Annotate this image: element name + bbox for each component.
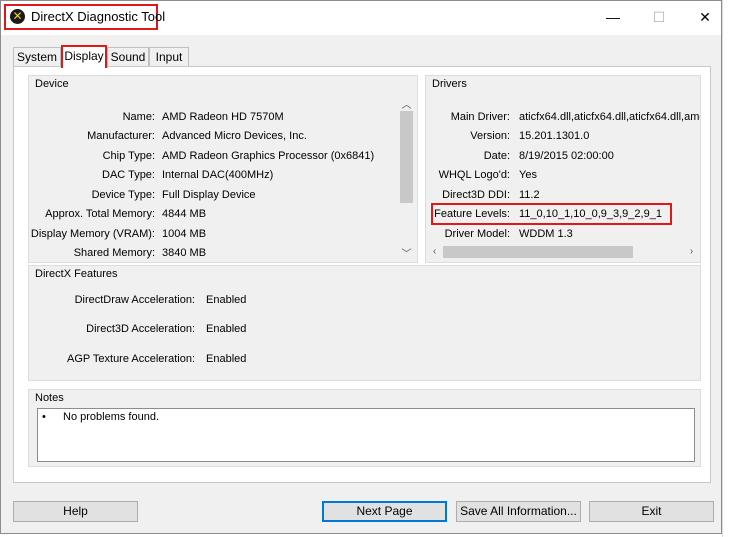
device-label: DAC Type:	[102, 169, 155, 181]
tab-display[interactable]: Display	[61, 45, 107, 68]
next-page-button[interactable]: Next Page	[322, 501, 447, 522]
device-value: 4844 MB	[162, 208, 207, 220]
driver-label: Main Driver:	[450, 111, 510, 123]
device-value: 1004 MB	[162, 228, 207, 240]
close-button[interactable]: ✕	[690, 7, 720, 27]
save-all-information-button[interactable]: Save All Information...	[456, 501, 581, 522]
chevron-right-icon[interactable]: ›	[684, 246, 699, 257]
exit-button[interactable]: Exit	[589, 501, 714, 522]
tab-sound[interactable]: Sound	[107, 47, 149, 67]
window-title: DirectX Diagnostic Tool	[31, 9, 166, 24]
feature-levels-label: Feature Levels:	[434, 208, 510, 220]
device-label: Manufacturer:	[87, 130, 155, 142]
title-highlight: ✕ DirectX Diagnostic Tool	[4, 4, 165, 30]
driver-label: Driver Model:	[444, 228, 510, 240]
feature-label: AGP Texture Acceleration:	[67, 353, 195, 365]
feature-value: Enabled	[206, 323, 247, 335]
driver-label: Direct3D DDI:	[442, 189, 510, 201]
feature-levels-value: 11_0,10_1,10_0,9_3,9_2,9_1	[519, 208, 662, 220]
device-label: Approx. Total Memory:	[45, 208, 155, 220]
driver-value: 8/19/2015 02:00:00	[519, 150, 614, 162]
features-group-title: DirectX Features	[35, 268, 118, 280]
driver-label: Version:	[470, 130, 510, 142]
device-value: AMD Radeon Graphics Processor (0x6841)	[162, 150, 375, 162]
driver-value: 11.2	[519, 189, 540, 201]
background-page-edge	[722, 0, 729, 537]
driver-label: WHQL Logo'd:	[438, 169, 510, 181]
directx-icon: ✕	[10, 9, 25, 24]
device-group-title: Device	[35, 78, 69, 90]
notes-group-title: Notes	[35, 392, 64, 404]
feature-label: Direct3D Acceleration:	[86, 323, 195, 335]
device-value: Internal DAC(400MHz)	[162, 169, 274, 181]
drivers-horizontal-scrollbar[interactable]: ‹ ›	[427, 245, 700, 259]
device-group: Device Name: AMD Radeon HD 7570M Manufac…	[28, 75, 418, 263]
chevron-up-icon[interactable]: ︿	[399, 96, 414, 111]
driver-label: Date:	[483, 150, 510, 162]
device-value: AMD Radeon HD 7570M	[162, 111, 284, 123]
chevron-down-icon[interactable]: ﹀	[399, 245, 414, 260]
directx-features-group: DirectX Features DirectDraw Acceleration…	[28, 265, 701, 381]
bullet-icon: •	[42, 411, 46, 423]
tab-strip: System Display Sound Input	[13, 45, 713, 68]
device-label: Shared Memory:	[73, 247, 155, 259]
minimize-button[interactable]: —	[598, 7, 628, 27]
driver-value: 15.201.1301.0	[519, 130, 590, 142]
device-value: Full Display Device	[162, 189, 256, 201]
driver-value: Yes	[519, 169, 537, 181]
driver-value: aticfx64.dll,aticfx64.dll,aticfx64.dll,a…	[519, 111, 700, 123]
tab-system[interactable]: System	[13, 47, 61, 67]
feature-label: DirectDraw Acceleration:	[74, 294, 195, 306]
device-label: Name:	[122, 111, 155, 123]
driver-value: WDDM 1.3	[519, 228, 573, 240]
device-label: Chip Type:	[102, 150, 155, 162]
device-label: Device Type:	[91, 189, 155, 201]
tab-input[interactable]: Input	[149, 47, 189, 67]
drivers-group-title: Drivers	[432, 78, 467, 90]
maximize-button[interactable]: ☐	[644, 7, 674, 27]
display-tab-panel: Device Name: AMD Radeon HD 7570M Manufac…	[13, 66, 711, 483]
title-bar: ✕ DirectX Diagnostic Tool — ☐ ✕	[1, 1, 721, 35]
device-vertical-scrollbar[interactable]: ︿ ﹀	[399, 94, 414, 262]
device-value: Advanced Micro Devices, Inc.	[162, 130, 307, 142]
notes-textbox[interactable]: • No problems found.	[37, 408, 695, 462]
notes-item: No problems found.	[63, 411, 159, 423]
chevron-left-icon[interactable]: ‹	[427, 246, 442, 257]
feature-value: Enabled	[206, 294, 247, 306]
device-scroll-thumb[interactable]	[400, 111, 413, 203]
device-label: Display Memory (VRAM):	[30, 228, 155, 240]
help-button[interactable]: Help	[13, 501, 138, 522]
notes-group: Notes • No problems found.	[28, 389, 701, 467]
drivers-group: Drivers Main Driver: aticfx64.dll,aticfx…	[425, 75, 701, 263]
device-value: 3840 MB	[162, 247, 207, 259]
feature-value: Enabled	[206, 353, 247, 365]
dxdiag-window: ✕ DirectX Diagnostic Tool — ☐ ✕ System D…	[0, 0, 722, 534]
drivers-scroll-thumb[interactable]	[443, 246, 633, 258]
